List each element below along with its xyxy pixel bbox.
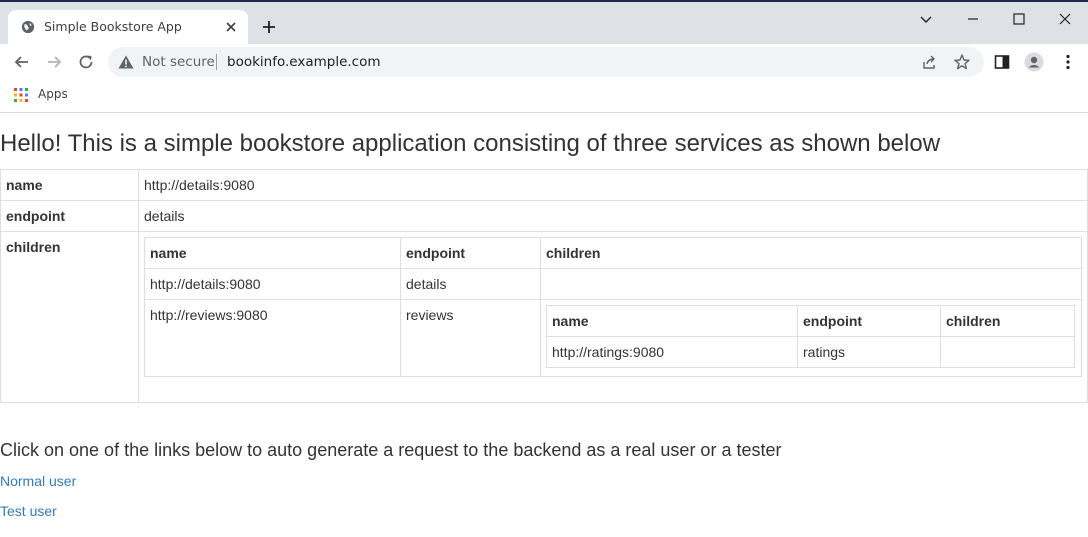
name-cell: http://ratings:9080 xyxy=(546,336,798,368)
column-header: children xyxy=(940,305,1075,337)
side-panel-icon[interactable] xyxy=(993,53,1011,71)
page-heading: Hello! This is a simple bookstore applic… xyxy=(0,130,941,157)
tab-strip: Simple Bookstore App xyxy=(0,2,1088,44)
children-cell: name endpoint children http://ratings:90… xyxy=(540,299,1082,377)
children-cell xyxy=(940,336,1075,368)
table-row: children name endpoint children http://d… xyxy=(0,231,1088,403)
name-cell: http://details:9080 xyxy=(144,268,401,300)
table-row: http://reviews:9080 reviews name endpoin… xyxy=(144,299,1082,377)
table-row: http://details:9080 details xyxy=(144,268,1082,300)
column-header: name xyxy=(546,305,798,337)
normal-user-link[interactable]: Normal user xyxy=(0,473,76,489)
table-header-row: name endpoint children xyxy=(144,237,1082,269)
nested-children-table: name endpoint children http://ratings:90… xyxy=(546,305,1075,368)
test-user-link[interactable]: Test user xyxy=(0,503,57,519)
tab-title: Simple Bookstore App xyxy=(44,19,182,34)
close-tab-icon[interactable] xyxy=(222,18,240,36)
bookmarks-bar: Apps xyxy=(0,80,1088,113)
services-table: name http://details:9080 endpoint detail… xyxy=(0,169,1088,403)
profile-avatar-icon[interactable] xyxy=(1024,52,1044,72)
table-row: http://ratings:9080 ratings xyxy=(546,336,1075,368)
minimize-icon[interactable] xyxy=(962,8,984,30)
security-label[interactable]: Not secure xyxy=(142,54,215,70)
page-content: Hello! This is a simple bookstore applic… xyxy=(0,113,1088,537)
column-header: endpoint xyxy=(400,237,541,269)
star-icon[interactable] xyxy=(953,53,971,71)
children-table: name endpoint children http://details:90… xyxy=(144,237,1082,377)
browser-toolbar: Not secure bookinfo.example.com xyxy=(0,44,1088,80)
name-value: http://details:9080 xyxy=(138,169,1088,201)
instructions-text: Click on one of the links below to auto … xyxy=(0,440,782,460)
browser-tab[interactable]: Simple Bookstore App xyxy=(8,10,248,44)
children-cell: name endpoint children http://details:90… xyxy=(138,231,1088,403)
forward-arrow-icon[interactable] xyxy=(44,52,64,72)
address-bar[interactable]: Not secure bookinfo.example.com xyxy=(108,47,984,77)
endpoint-cell: details xyxy=(400,268,541,300)
column-header: name xyxy=(144,237,401,269)
column-header: children xyxy=(540,237,1082,269)
column-header: endpoint xyxy=(797,305,941,337)
more-menu-icon[interactable] xyxy=(1059,53,1077,71)
endpoint-value: details xyxy=(138,200,1088,232)
globe-icon xyxy=(21,20,35,34)
endpoint-cell: ratings xyxy=(797,336,941,368)
new-tab-icon[interactable] xyxy=(260,18,278,36)
name-label: name xyxy=(0,169,139,201)
children-cell xyxy=(540,268,1082,300)
table-row: name http://details:9080 xyxy=(0,169,1088,201)
share-icon[interactable] xyxy=(921,53,939,71)
tab-search-chevron-icon[interactable] xyxy=(915,8,937,30)
children-label: children xyxy=(0,231,139,403)
url-text[interactable]: bookinfo.example.com xyxy=(227,54,381,70)
reload-icon[interactable] xyxy=(76,52,96,72)
maximize-icon[interactable] xyxy=(1008,8,1030,30)
endpoint-cell: reviews xyxy=(400,299,541,377)
table-header-row: name endpoint children xyxy=(546,305,1075,337)
bookmark-apps[interactable]: Apps xyxy=(38,87,68,101)
table-row: endpoint details xyxy=(0,200,1088,232)
apps-grid-icon[interactable] xyxy=(13,87,29,103)
warning-icon[interactable] xyxy=(118,55,134,69)
back-arrow-icon[interactable] xyxy=(12,52,32,72)
close-window-icon[interactable] xyxy=(1054,8,1076,30)
endpoint-label: endpoint xyxy=(0,200,139,232)
name-cell: http://reviews:9080 xyxy=(144,299,401,377)
address-separator xyxy=(216,54,217,70)
